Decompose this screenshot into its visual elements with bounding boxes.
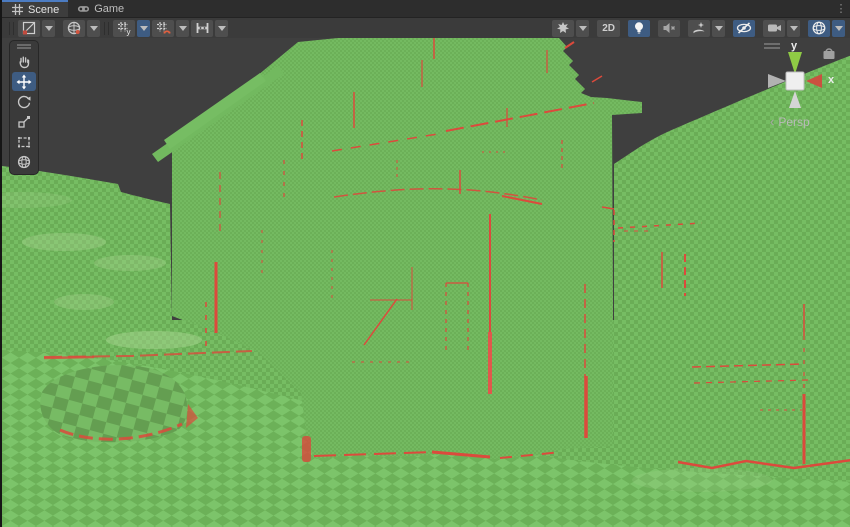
gizmos-globe-button[interactable]	[808, 20, 830, 37]
scene-grid-icon	[11, 3, 24, 16]
tabbar-spacer	[133, 0, 832, 17]
toolbar-separator	[104, 22, 109, 35]
gizmo-persp-toggle[interactable]: ‹ Persp	[770, 114, 810, 129]
globe-icon	[66, 20, 82, 36]
gizmos-globe-icon	[811, 20, 827, 36]
rect-icon	[16, 134, 32, 150]
gizmos-globe-dropdown[interactable]	[832, 20, 845, 37]
chevron-down-icon	[140, 26, 148, 31]
rotate-tool-button[interactable]	[12, 92, 36, 111]
rotate-icon	[16, 94, 32, 110]
effects-star-icon	[691, 20, 707, 36]
audio-toggle[interactable]	[658, 20, 680, 37]
hand-icon	[16, 54, 32, 70]
unity-scene-view-window: Scene Game ⋮	[0, 0, 850, 527]
persp-label: Persp	[778, 115, 809, 129]
gizmo-y-axis-label[interactable]: y	[791, 40, 797, 52]
eye-slash-icon	[735, 20, 753, 36]
scene-visibility-toggle[interactable]	[733, 20, 755, 37]
overlay-drag-handle[interactable]	[17, 44, 31, 49]
camera-button[interactable]	[763, 20, 785, 37]
scale-tool-button[interactable]	[12, 112, 36, 131]
transform-tool-button[interactable]	[12, 152, 36, 171]
shading-globe-dropdown[interactable]	[87, 20, 100, 37]
snap-magnet-button[interactable]	[152, 20, 174, 37]
draw-mode-dropdown[interactable]	[42, 20, 55, 37]
chevron-down-icon	[218, 26, 226, 31]
grid-y-icon: y	[116, 20, 133, 36]
lightbulb-icon	[631, 20, 647, 36]
scene-viewport[interactable]: y x ‹ Persp	[2, 38, 850, 527]
push-to-grid-dropdown[interactable]	[215, 20, 228, 37]
scale-icon	[16, 114, 32, 130]
camera-icon	[766, 20, 783, 36]
lighting-toggle[interactable]	[628, 20, 650, 37]
burst-icon	[555, 20, 571, 36]
chevron-down-icon	[45, 26, 53, 31]
scene-toolbar: y 2D	[2, 18, 850, 38]
move-icon	[16, 74, 32, 90]
rect-tool-button[interactable]	[12, 132, 36, 151]
push-to-grid-button[interactable]	[191, 20, 213, 37]
push-to-grid-icon	[194, 20, 211, 36]
tab-scene[interactable]: Scene	[2, 0, 68, 17]
grid-plane-button[interactable]: y	[113, 20, 135, 37]
audio-muted-icon	[661, 20, 677, 36]
svg-text:y: y	[126, 28, 130, 37]
chevron-down-icon	[90, 26, 98, 31]
tab-scene-label: Scene	[28, 4, 59, 16]
tab-bar: Scene Game ⋮	[2, 0, 850, 18]
move-tool-button[interactable]	[12, 72, 36, 91]
snap-magnet-icon	[155, 20, 172, 36]
grid-plane-dropdown[interactable]	[137, 20, 150, 37]
scene-render	[2, 38, 850, 527]
chevron-down-icon	[790, 26, 798, 31]
chevron-down-icon	[715, 26, 723, 31]
toolbar-separator	[9, 22, 14, 35]
tab-game-label: Game	[94, 3, 124, 15]
gizmo-x-axis-label[interactable]: x	[828, 74, 834, 86]
2d-toggle[interactable]: 2D	[597, 20, 620, 37]
gamepad-icon	[77, 2, 90, 15]
draw-mode-button[interactable]	[18, 20, 40, 37]
shading-globe-button[interactable]	[63, 20, 85, 37]
effects-star-dropdown[interactable]	[712, 20, 725, 37]
effects-burst-dropdown[interactable]	[576, 20, 589, 37]
chevron-down-icon	[579, 26, 587, 31]
hand-tool-button[interactable]	[12, 52, 36, 71]
chevron-down-icon	[835, 26, 843, 31]
tab-game[interactable]: Game	[68, 0, 133, 17]
transform-icon	[16, 154, 32, 170]
tab-menu-button[interactable]: ⋮	[832, 0, 850, 17]
2d-label: 2D	[599, 23, 618, 34]
effects-burst-button[interactable]	[552, 20, 574, 37]
tools-overlay	[9, 40, 39, 175]
snap-magnet-dropdown[interactable]	[176, 20, 189, 37]
persp-arrow-icon: ‹	[770, 114, 774, 129]
draw-mode-icon	[21, 20, 37, 36]
effects-star-button[interactable]	[688, 20, 710, 37]
chevron-down-icon	[179, 26, 187, 31]
camera-dropdown[interactable]	[787, 20, 800, 37]
